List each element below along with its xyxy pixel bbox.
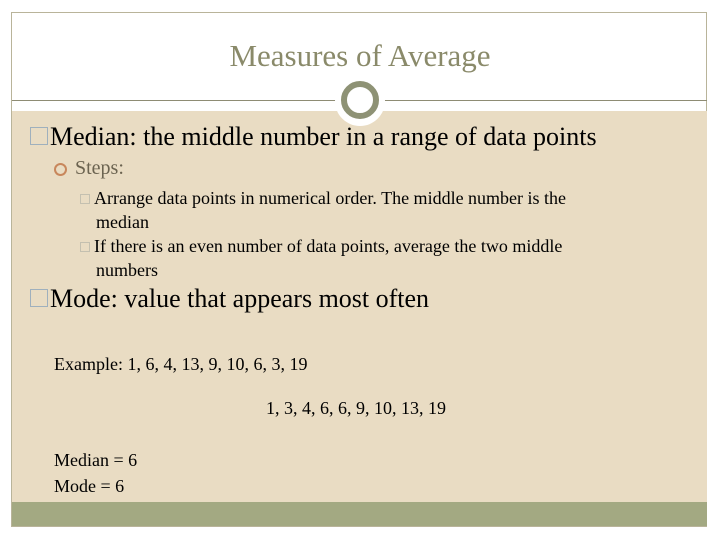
example-data: Example: 1, 6, 4, 13, 9, 10, 6, 3, 19 bbox=[54, 354, 308, 374]
square-bullet-icon bbox=[30, 289, 48, 307]
square-bullet-icon bbox=[80, 194, 90, 204]
footer-band bbox=[12, 502, 707, 526]
slide-title: Measures of Average bbox=[229, 38, 491, 73]
bullet-text: Steps: bbox=[75, 157, 124, 179]
bullet-text: Arrange data points in numerical order. … bbox=[94, 188, 567, 208]
circle-bullet-icon bbox=[54, 162, 67, 176]
bullet-step-1: Arrange data points in numerical order. … bbox=[80, 186, 566, 234]
example-sorted: 1, 3, 4, 6, 6, 9, 10, 13, 19 bbox=[266, 398, 446, 418]
example-mode: Mode = 6 bbox=[54, 476, 125, 496]
bullet-text: Mode: value that appears most often bbox=[50, 284, 430, 313]
square-bullet-icon bbox=[80, 242, 90, 252]
square-bullet-icon bbox=[30, 127, 48, 145]
bullet-median: Median: the middle number in a range of … bbox=[30, 122, 597, 152]
bullet-text: Median: the middle number in a range of … bbox=[50, 122, 597, 151]
bullet-mode: Mode: value that appears most often bbox=[30, 284, 429, 314]
bullet-step-2: If there is an even number of data point… bbox=[80, 234, 562, 282]
bullet-text: If there is an even number of data point… bbox=[94, 236, 563, 256]
example-median: Median = 6 bbox=[54, 450, 138, 470]
bullet-text-cont: median bbox=[96, 212, 149, 232]
circle-ornament-icon bbox=[341, 81, 379, 119]
bullet-steps: Steps: bbox=[54, 157, 124, 180]
bullet-text-cont: numbers bbox=[96, 260, 158, 280]
